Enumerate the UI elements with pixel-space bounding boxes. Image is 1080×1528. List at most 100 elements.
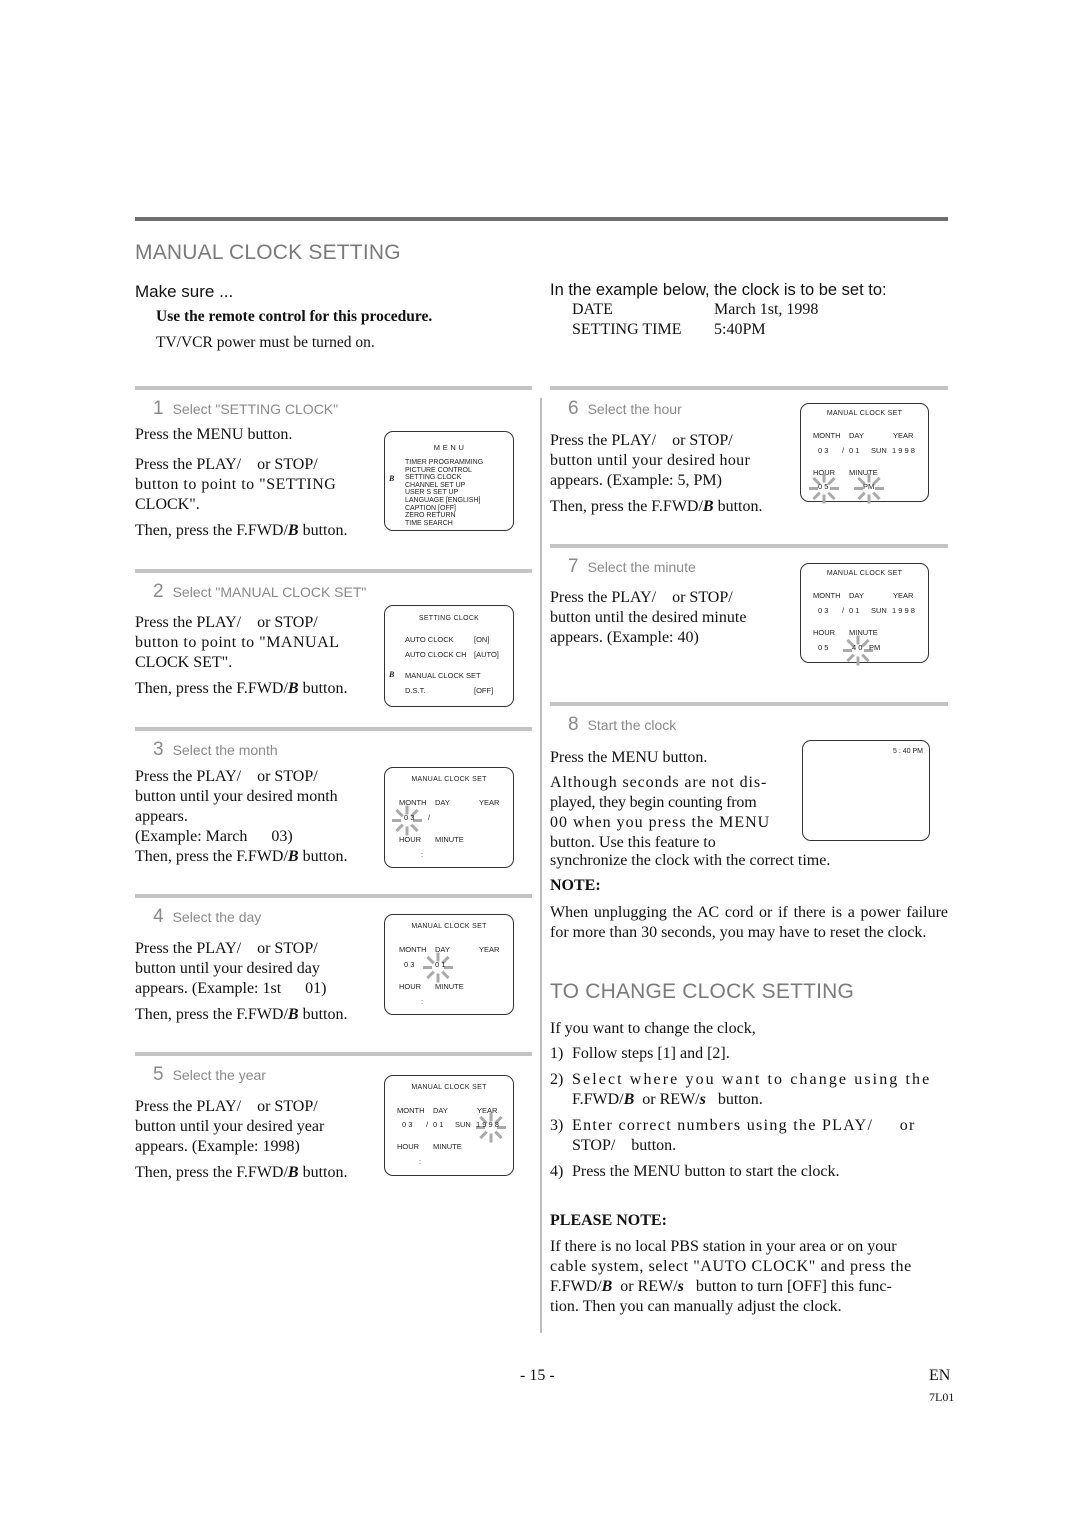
blink-ray (395, 823, 404, 833)
page-number: - 15 - (520, 1367, 555, 1384)
step-2-body: Press the PLAY/ or STOP/ button to point… (135, 613, 370, 699)
fwd-symbol: B (702, 498, 714, 515)
day-value: 0 1 (849, 606, 860, 615)
list-item: 2) Select where you want to change using… (550, 1070, 948, 1110)
page-title: MANUAL CLOCK SETTING (135, 241, 401, 264)
text-line: button. Use this feature to (550, 834, 716, 851)
year-label: YEAR (479, 798, 500, 807)
section-rule (135, 1052, 532, 1056)
text-line: button until your desired hour (550, 452, 751, 469)
step-1-heading: 1 Select "SETTING CLOCK" (153, 398, 338, 420)
step-number: 3 (153, 739, 164, 760)
menu-item: USER S SET UP (405, 489, 459, 497)
text-fragment: button. (705, 1091, 763, 1108)
setting-clock-screen: SETTING CLOCK AUTO CLOCK [ON] AUTO CLOCK… (384, 605, 514, 707)
weekday-value: SUN (455, 1120, 471, 1129)
text-line: synchronize the clock with the correct t… (550, 852, 831, 869)
step-3-body: Press the PLAY/ or STOP/ button until yo… (135, 767, 375, 867)
date-separator: / (426, 1120, 429, 1129)
step-label: Select the month (172, 742, 278, 758)
step-2-heading: 2 Select "MANUAL CLOCK SET" (153, 581, 366, 603)
blink-ray (426, 955, 435, 965)
hour-label: HOUR (399, 835, 422, 844)
change-intro: If you want to change the clock, (550, 1020, 756, 1037)
text-line: Although seconds are not dis- (550, 774, 768, 791)
section-rule (135, 727, 532, 731)
year-value: 1 9 9 8 (892, 446, 915, 455)
step-number: 5 (153, 1064, 164, 1085)
text-line: Press the MENU button. (135, 426, 293, 443)
final-clock-screen: 5 : 40 PM (802, 740, 930, 841)
text-line: appears. (135, 808, 188, 825)
text-line: appears. (Example: 40) (550, 629, 699, 646)
example-date-value: March 1st, 1998 (714, 301, 819, 318)
year-screen: MANUAL CLOCK SET MONTH DAY YEAR 0 3 / 0 … (384, 1075, 514, 1176)
setting-value: [ON] (474, 635, 490, 644)
list-item: 3) Enter correct numbers using the PLAY/… (550, 1116, 948, 1156)
change-section-title: TO CHANGE CLOCK SETTING (550, 980, 855, 1003)
day-value: 0 1 (433, 1120, 444, 1129)
text-line: button until your desired day (135, 960, 320, 977)
hour-label: HOUR (813, 628, 836, 637)
screen-title: M E N U (433, 443, 465, 452)
menu-item: LANGUAGE [ENGLISH] (405, 496, 481, 504)
screen-title: MANUAL CLOCK SET (411, 923, 487, 930)
screen-title: SETTING CLOCK (418, 615, 480, 622)
step-number: 7 (568, 556, 579, 577)
text-line: Press the PLAY/ or STOP/ (550, 589, 733, 606)
section-rule (550, 544, 948, 548)
text-line: Press the PLAY/ or STOP/ (135, 768, 318, 785)
step-label: Select the minute (587, 559, 696, 575)
blink-ray (441, 970, 450, 980)
blink-ray (395, 808, 404, 818)
column-divider (540, 398, 542, 1333)
blink-ray (827, 476, 836, 486)
text-line: cable system, select "AUTO CLOCK" and pr… (550, 1258, 912, 1275)
text-line: button to point to "SETTING (135, 476, 337, 493)
fwd-symbol: B (287, 522, 299, 539)
power-note: TV/VCR power must be turned on. (156, 334, 375, 351)
blink-ray (846, 653, 855, 663)
list-item: 1) Follow steps [1] and [2]. (550, 1044, 948, 1064)
step-number: 6 (568, 398, 579, 419)
make-sure-heading: Make sure ... (135, 282, 234, 301)
year-value: 1 9 9 8 (892, 606, 915, 615)
year-value: 1 9 9 8 (476, 1120, 499, 1129)
text-line: If there is no local PBS station in your… (550, 1238, 897, 1255)
menu-item: CHANNEL SET UP (405, 481, 466, 489)
text-line: tion. Then you can manually adjust the c… (550, 1298, 842, 1315)
year-label: YEAR (893, 431, 914, 440)
remote-note: Use the remote control for this procedur… (156, 308, 433, 325)
text-line: CLOCK SET". (135, 654, 233, 671)
time-separator: : (421, 997, 424, 1006)
step-label: Select the day (172, 909, 262, 925)
text-fragment: or REW/ (612, 1278, 678, 1295)
date-separator: / (842, 446, 845, 455)
step-label: Select the year (172, 1067, 266, 1083)
step-6-heading: 6 Select the hour (568, 398, 682, 420)
blink-ray (812, 491, 821, 501)
text-fragment: STOP/ button. (572, 1137, 677, 1154)
step-number: 8 (568, 714, 579, 735)
list-text: Follow steps [1] and [2]. (572, 1045, 730, 1062)
month-value: 0 3 (404, 813, 415, 822)
note-heading: NOTE: (550, 877, 601, 894)
list-text: Press the MENU button to start the clock… (572, 1163, 840, 1180)
text-line: appears. (Example: 1998) (135, 1138, 300, 1155)
hour-screen: MANUAL CLOCK SET MONTH DAY YEAR 0 3 / 0 … (800, 403, 929, 504)
example-intro: In the example below, the clock is to be… (550, 281, 887, 299)
blink-ray (392, 819, 401, 822)
menu-item: ZERO RETURN (405, 512, 456, 520)
text-fragment: Then, press the F.FWD/ (135, 522, 288, 539)
text-line: Then, press the F.FWD/B button. (135, 847, 375, 867)
step-number: 1 (153, 398, 164, 419)
fwd-symbol: B (287, 848, 299, 865)
text-line: played, they begin counting from (550, 794, 757, 811)
fwd-symbol: B (601, 1278, 613, 1295)
change-steps-list: 1) Follow steps [1] and [2]. 2) Select w… (550, 1044, 948, 1182)
text-fragment: Then, press the F.FWD/ (135, 680, 288, 697)
year-label: YEAR (893, 591, 914, 600)
text-fragment: or REW/ (634, 1091, 700, 1108)
text-line: button until your desired year (135, 1118, 325, 1135)
menu-item: TIMER PROGRAMMING (405, 459, 484, 466)
